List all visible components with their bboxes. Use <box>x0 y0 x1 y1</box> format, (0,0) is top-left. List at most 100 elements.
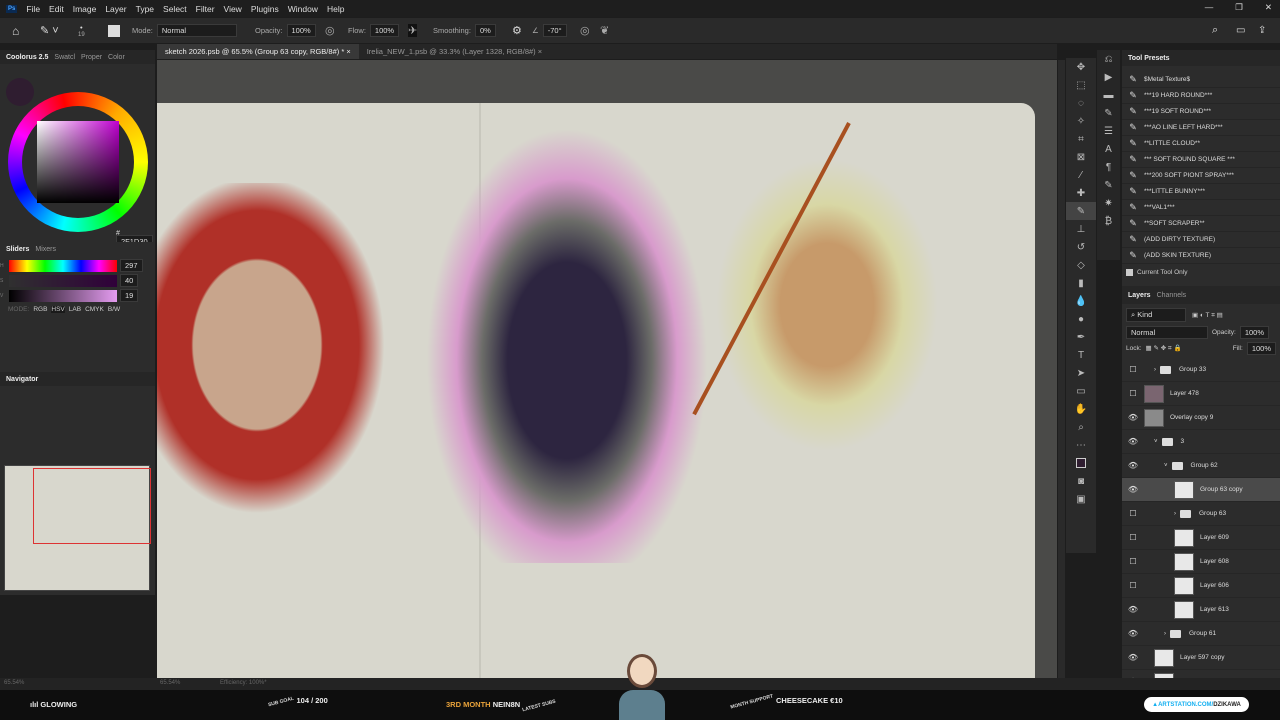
adjust-icon[interactable]: ☰ <box>1097 122 1120 140</box>
tab-channels[interactable]: Channels <box>1157 292 1187 299</box>
visibility-toggle[interactable]: ☐ <box>1122 509 1144 518</box>
hue-wheel[interactable] <box>8 92 148 232</box>
tool-preset-item[interactable]: ✎ $Metal Texture$ <box>1122 72 1280 88</box>
brush-preset-icon[interactable]: ✎ <box>1097 176 1120 194</box>
hue-value[interactable]: 297 <box>120 259 143 272</box>
mode-rgb[interactable]: RGB <box>33 306 47 313</box>
value-value[interactable]: 19 <box>120 289 139 302</box>
mode-select[interactable]: Normal <box>156 24 237 37</box>
canvas[interactable] <box>157 60 1057 678</box>
flow-field[interactable]: 100% <box>369 24 400 37</box>
close-button[interactable]: ✕ <box>1265 2 1272 13</box>
tool-preset-item[interactable]: ✎ *** SOFT ROUND SQUARE *** <box>1122 152 1280 168</box>
hand-icon[interactable]: ✋ <box>1066 400 1096 418</box>
tab-coolorus[interactable]: Coolorus 2.5 <box>6 54 48 61</box>
doc-tab-irelia[interactable]: Irelia_NEW_1.psb @ 33.3% (Layer 1328, RG… <box>359 44 550 59</box>
symmetry-icon[interactable]: ❦ <box>600 24 609 37</box>
gear-icon[interactable]: ⚙ <box>512 24 522 37</box>
marquee-tool-icon[interactable]: ⬚ <box>1066 76 1096 94</box>
tool-preset-item[interactable]: ✎ (ADD DIRTY TEXTURE) <box>1122 232 1280 248</box>
visibility-toggle[interactable]: ☐ <box>1122 365 1144 374</box>
search-icon[interactable]: ⌕ <box>1212 24 1218 37</box>
mode-cmyk[interactable]: CMYK <box>85 306 104 313</box>
layer-row[interactable]: 👁 Layer 613 <box>1122 598 1280 622</box>
pressure-size-icon[interactable]: ◎ <box>580 24 590 37</box>
value-slider[interactable] <box>9 289 117 302</box>
tool-preset-item[interactable]: ✎ ***VAL1*** <box>1122 200 1280 216</box>
visibility-toggle[interactable]: ☐ <box>1122 533 1144 542</box>
angle-field[interactable]: -70° <box>542 24 567 37</box>
tool-preset-item[interactable]: ✎ ***200 SOFT PIONT SPRAY*** <box>1122 168 1280 184</box>
screen-mode-icon[interactable]: ▣ <box>1066 490 1096 508</box>
mode-bw[interactable]: B/W <box>108 306 120 313</box>
brushes-icon[interactable]: ✎ <box>1097 104 1120 122</box>
eye-icon[interactable]: 👁 <box>1122 485 1144 494</box>
maximize-button[interactable]: ❐ <box>1235 2 1243 13</box>
dodge-icon[interactable]: ● <box>1066 310 1096 328</box>
layer-row[interactable]: 👁 Group 63 copy <box>1122 478 1280 502</box>
layer-row[interactable]: ☐ › Group 33 <box>1122 358 1280 382</box>
quick-mask-icon[interactable]: ◙ <box>1066 472 1096 490</box>
menu-help[interactable]: Help <box>327 4 344 14</box>
tool-preset-item[interactable]: ✎ **LITTLE CLOUD** <box>1122 136 1280 152</box>
layer-row[interactable]: ☐ › Group 63 <box>1122 502 1280 526</box>
tab-layers[interactable]: Layers <box>1128 292 1151 299</box>
healing-brush-icon[interactable]: ✚ <box>1066 184 1096 202</box>
brush-tool-icon[interactable]: ✎ <box>1066 202 1096 220</box>
color-swatches[interactable] <box>1066 454 1096 472</box>
menu-image[interactable]: Image <box>73 4 97 14</box>
layer-row[interactable]: 👁 ˅ Group 62 <box>1122 454 1280 478</box>
visibility-toggle[interactable]: ☐ <box>1122 557 1144 566</box>
brush-tool-icon[interactable]: ✎ ˅ <box>40 24 59 37</box>
character-icon[interactable]: A <box>1097 140 1120 158</box>
menu-layer[interactable]: Layer <box>105 4 126 14</box>
current-color-swatch[interactable] <box>6 78 34 106</box>
layer-row[interactable]: ☐ Layer 606 <box>1122 574 1280 598</box>
zoom-icon[interactable]: ⌕ <box>1066 418 1096 436</box>
hue-slider[interactable] <box>9 259 117 272</box>
pen-icon[interactable]: ✒ <box>1066 328 1096 346</box>
airbrush-icon[interactable]: ✈ <box>408 24 418 37</box>
current-tool-only-checkbox[interactable] <box>1126 268 1133 276</box>
saturation-slider[interactable] <box>9 274 117 287</box>
saturation-value-square[interactable] <box>37 121 119 203</box>
actions-icon[interactable]: ▶ <box>1097 68 1120 86</box>
paragraph-icon[interactable]: ¶ <box>1097 158 1120 176</box>
eye-icon[interactable]: 👁 <box>1122 629 1144 638</box>
tool-preset-item[interactable]: ✎ ***AO LINE LEFT HARD*** <box>1122 120 1280 136</box>
tool-preset-item[interactable]: ✎ (ADD SKIN TEXTURE) <box>1122 248 1280 264</box>
navigator-thumbnail[interactable] <box>4 465 151 591</box>
visibility-toggle[interactable]: ☐ <box>1122 581 1144 590</box>
tab-swatches[interactable]: Swatcl <box>54 54 75 61</box>
pressure-opacity-icon[interactable]: ◎ <box>325 24 335 37</box>
eye-icon[interactable]: 👁 <box>1122 461 1144 470</box>
canvas-scrollbar[interactable] <box>1058 60 1065 678</box>
navigator-view-box[interactable] <box>33 468 151 544</box>
library-icon[interactable]: ₿ <box>1097 212 1120 230</box>
quick-select-icon[interactable]: ✧ <box>1066 112 1096 130</box>
more-tools-icon[interactable]: ⋯ <box>1066 436 1096 454</box>
brush-size-picker[interactable]: • 19 <box>78 23 85 38</box>
menu-edit[interactable]: Edit <box>49 4 64 14</box>
tab-mixers[interactable]: Mixers <box>35 246 56 253</box>
tab-sliders[interactable]: Sliders <box>6 246 29 253</box>
gradient-icon[interactable]: ▮ <box>1066 274 1096 292</box>
plugin-icon[interactable]: ✷ <box>1097 194 1120 212</box>
minimize-button[interactable]: — <box>1205 2 1214 13</box>
eye-icon[interactable]: 👁 <box>1122 605 1144 614</box>
mode-lab[interactable]: LAB <box>69 306 81 313</box>
crop-tool-icon[interactable]: ⌗ <box>1066 130 1096 148</box>
blend-mode-select[interactable]: Normal <box>1126 326 1208 339</box>
eye-icon[interactable]: 👁 <box>1122 653 1144 662</box>
history-icon[interactable]: ⎌ <box>1097 50 1120 68</box>
layer-row[interactable]: 👁 Overlay copy 9 <box>1122 406 1280 430</box>
tool-preset-item[interactable]: ✎ ***19 HARD ROUND*** <box>1122 88 1280 104</box>
saturation-value[interactable]: 40 <box>120 274 139 287</box>
layer-opacity-field[interactable]: 100% <box>1239 326 1270 339</box>
filter-icons[interactable]: ▣ ◐ T ⌗ ▤ <box>1192 311 1223 320</box>
layer-row[interactable]: 👁 Layer 597 copy <box>1122 646 1280 670</box>
layer-filter-select[interactable]: ⌕ Kind <box>1126 308 1186 322</box>
clone-stamp-icon[interactable]: ⊥ <box>1066 220 1096 238</box>
frame-tool-icon[interactable]: ⊠ <box>1066 148 1096 166</box>
home-icon[interactable]: ⌂ <box>12 24 19 38</box>
